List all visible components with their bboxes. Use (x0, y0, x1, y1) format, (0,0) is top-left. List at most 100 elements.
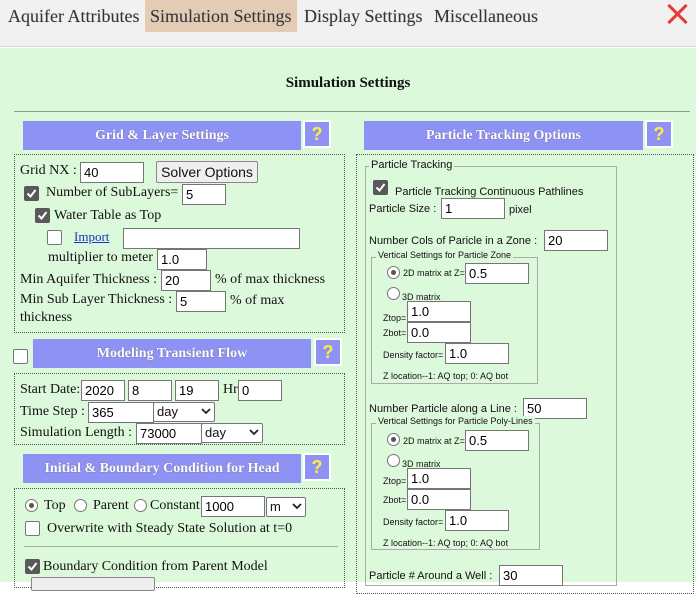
boundary-parent-label: Boundary Condition from Parent Model (43, 559, 268, 574)
head-constant-unit-value: m (270, 499, 281, 514)
particle-size-input[interactable] (441, 198, 505, 219)
polyline-3d-radio[interactable] (387, 454, 400, 467)
polyline-zbot-label: Zbot= (383, 495, 407, 505)
polyline-density-label: Density factor= (383, 517, 444, 527)
sublayers-input[interactable] (182, 184, 226, 205)
initial-boundary-header: Initial & Boundary Condition for Head (23, 454, 301, 483)
head-constant-input[interactable] (201, 496, 265, 517)
particle-size-label: Particle Size : (369, 203, 437, 215)
polyline-z-location-note: Z location--1: AQ top; 0: AQ bot (383, 538, 509, 548)
initial-help-icon[interactable]: ? (303, 453, 331, 481)
particle-help-icon[interactable]: ? (645, 120, 673, 148)
head-top-radio[interactable] (25, 499, 38, 512)
sublayers-checkbox[interactable] (24, 186, 39, 201)
head-constant-unit-select[interactable]: m (266, 497, 306, 517)
time-step-unit-value: day (157, 404, 178, 419)
start-month-input[interactable] (128, 380, 172, 401)
water-table-label: Water Table as Top (54, 208, 162, 223)
transient-help-icon[interactable]: ? (314, 338, 342, 366)
head-parent-label: Parent (93, 498, 129, 513)
zone-vertical-legend: Vertical Settings for Particle Zone (376, 250, 514, 260)
start-day-input[interactable] (175, 380, 219, 401)
min-sublayer-unit-wrap: thickness (20, 310, 73, 325)
particle-tracking-header: Particle Tracking Options (364, 121, 643, 150)
grid-layer-header: Grid & Layer Settings (23, 121, 301, 150)
tab-miscellaneous[interactable]: Miscellaneous (429, 0, 543, 32)
zone-zbot-input[interactable] (407, 322, 471, 343)
time-step-unit-select[interactable]: day (153, 402, 215, 422)
zone-2d-input[interactable] (465, 263, 529, 284)
start-year-input[interactable] (81, 380, 125, 401)
sublayers-label: Number of SubLayers= (46, 185, 179, 200)
head-constant-label: Constant (150, 498, 200, 513)
particle-tracking-legend: Particle Tracking (369, 159, 455, 171)
start-hour-input[interactable] (238, 380, 282, 401)
transient-checkbox[interactable] (13, 349, 28, 364)
zone-z-location-note: Z location--1: AQ top; 0: AQ bot (383, 371, 509, 381)
import-checkbox[interactable] (47, 230, 62, 245)
zone-density-input[interactable] (445, 343, 509, 364)
time-step-label: Time Step : (20, 404, 85, 419)
polyline-2d-input[interactable] (465, 430, 529, 451)
tab-bar: Aquifer Attributes Simulation Settings D… (0, 0, 696, 47)
sim-length-unit-value: day (205, 425, 226, 440)
partial-button[interactable] (31, 577, 155, 591)
polyline-2d-radio[interactable] (387, 433, 400, 446)
particle-size-unit: pixel (509, 204, 532, 216)
start-date-label: Start Date: (20, 382, 81, 397)
polyline-2d-label: 2D matrix at Z= (403, 436, 465, 446)
grid-nx-input[interactable] (80, 162, 144, 183)
continuous-pathlines-checkbox[interactable] (373, 180, 388, 195)
import-input[interactable] (123, 228, 300, 249)
sim-length-unit-select[interactable]: day (201, 423, 263, 443)
water-table-checkbox[interactable] (35, 208, 50, 223)
around-well-input[interactable] (499, 565, 563, 586)
ncols-label: Number Cols of Paricle in a Zone : (369, 235, 538, 247)
overwrite-steady-checkbox[interactable] (25, 521, 40, 536)
head-constant-radio[interactable] (134, 499, 147, 512)
chevron-down-icon (201, 408, 211, 415)
chevron-down-icon (249, 429, 259, 436)
initial-divider (24, 546, 338, 547)
grid-help-icon[interactable]: ? (303, 120, 331, 148)
nline-label: Number Particle along a Line : (369, 403, 517, 415)
grid-nx-label: Grid NX : (20, 163, 77, 178)
time-step-input[interactable] (88, 402, 154, 423)
continuous-pathlines-label: Particle Tracking Continuous Pathlines (395, 186, 584, 198)
head-parent-radio[interactable] (74, 499, 87, 512)
polyline-density-input[interactable] (445, 510, 509, 531)
polyline-ztop-label: Ztop= (383, 476, 407, 486)
min-aquifer-label: Min Aquifer Thickness : (20, 272, 158, 287)
zone-2d-radio[interactable] (387, 266, 400, 279)
around-well-label: Particle # Around a Well : (369, 570, 493, 582)
zone-zbot-label: Zbot= (383, 328, 407, 338)
zone-2d-label: 2D matrix at Z= (403, 268, 465, 278)
boundary-parent-checkbox[interactable] (25, 559, 40, 574)
sim-length-input[interactable] (136, 423, 202, 444)
chevron-down-icon (292, 503, 302, 510)
tab-display-settings[interactable]: Display Settings (299, 0, 428, 32)
import-link[interactable]: Import (74, 229, 109, 245)
polyline-vertical-legend: Vertical Settings for Particle Poly-Line… (376, 416, 535, 426)
polyline-zbot-input[interactable] (407, 489, 471, 510)
head-top-label: Top (44, 498, 66, 513)
overwrite-steady-label: Overwrite with Steady State Solution at … (47, 521, 293, 536)
multiplier-input[interactable] (157, 249, 207, 270)
min-sublayer-input[interactable] (176, 291, 226, 312)
zone-density-label: Density factor= (383, 350, 444, 360)
page-title: Simulation Settings (285, 75, 411, 91)
solver-options-button[interactable]: Solver Options (156, 161, 258, 183)
zone-3d-radio[interactable] (387, 287, 400, 300)
title-divider (14, 111, 690, 112)
multiplier-label: multiplier to meter (48, 250, 153, 265)
close-icon[interactable] (666, 3, 688, 25)
tab-simulation-settings[interactable]: Simulation Settings (145, 0, 297, 32)
ncols-input[interactable] (544, 230, 608, 251)
sim-length-label: Simulation Length : (20, 425, 132, 440)
tab-aquifer-attributes[interactable]: Aquifer Attributes (3, 0, 144, 32)
polyline-ztop-input[interactable] (407, 468, 471, 489)
hour-label: Hr (223, 382, 238, 397)
min-aquifer-input[interactable] (161, 270, 211, 291)
zone-ztop-input[interactable] (407, 301, 471, 322)
min-sublayer-label: Min Sub Layer Thickness : (20, 292, 173, 307)
